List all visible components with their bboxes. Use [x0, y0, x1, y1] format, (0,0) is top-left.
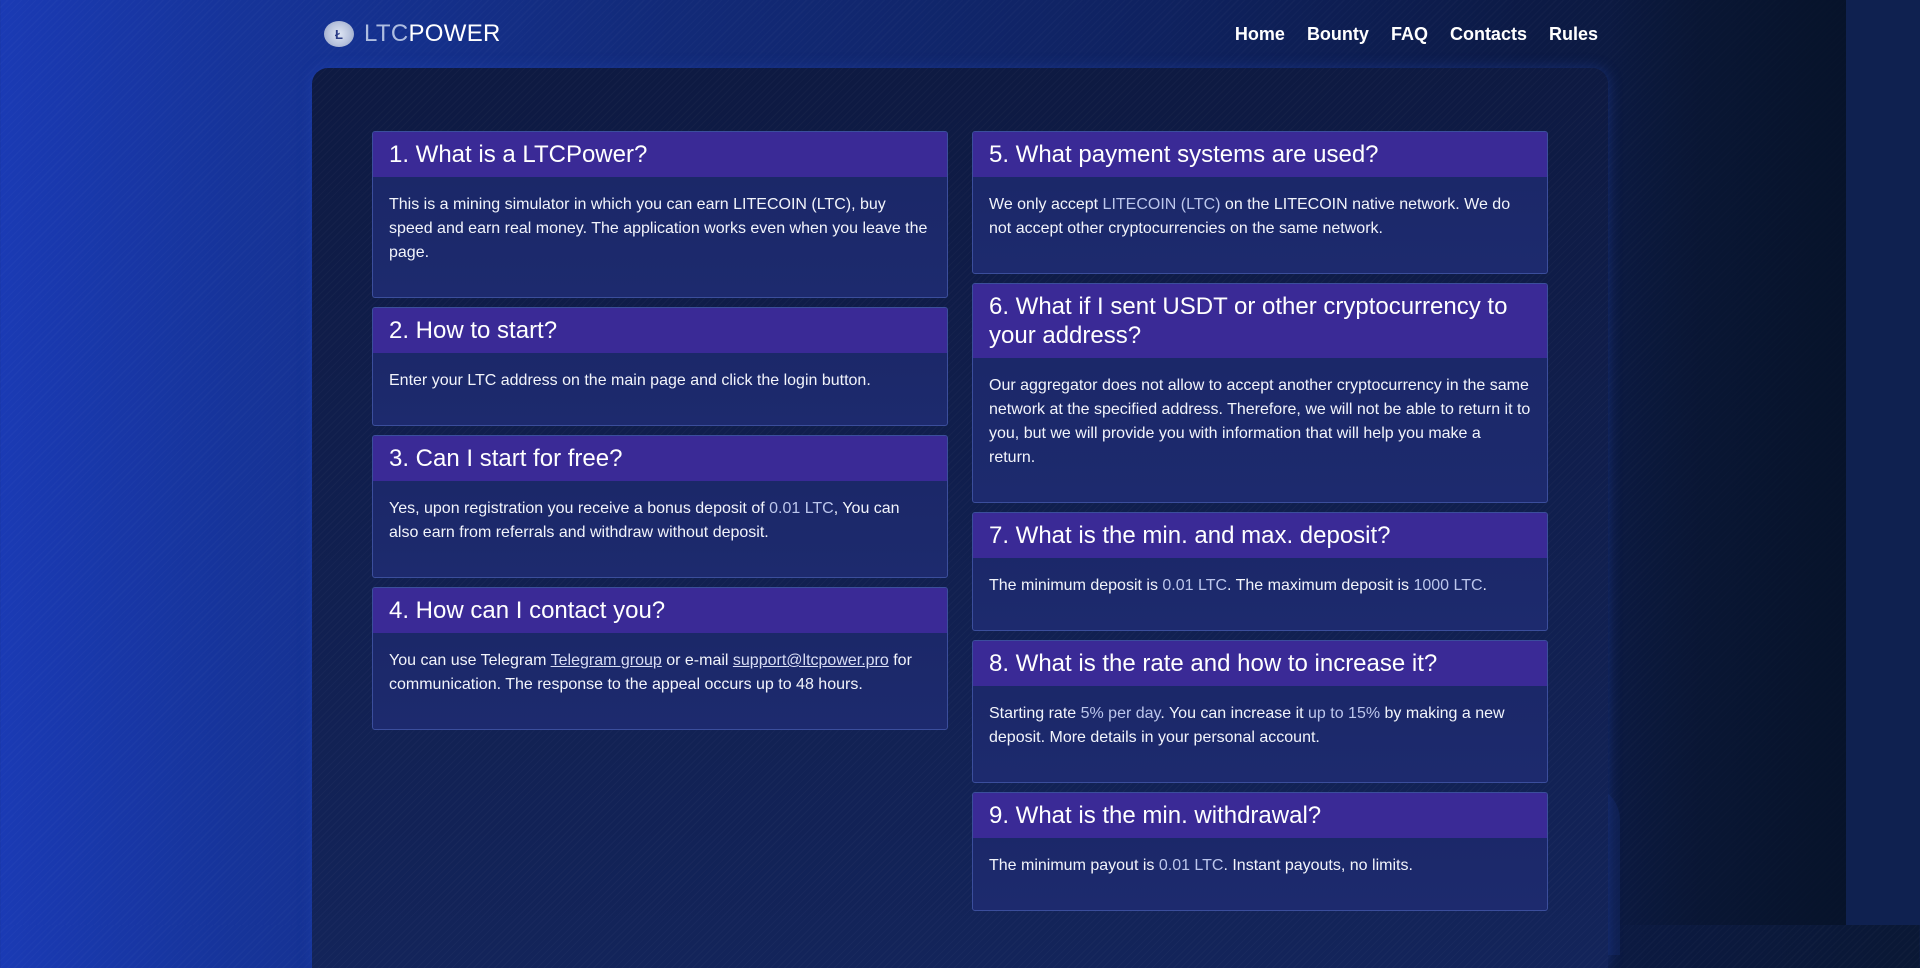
faq-answer-text: You can use Telegram Telegram group or e… — [389, 649, 931, 697]
faq-answer-text: This is a mining simulator in which you … — [389, 196, 928, 261]
text-segment: . — [1482, 577, 1487, 594]
background-right-strip — [1846, 0, 1920, 925]
text-segment: Starting rate — [989, 705, 1081, 722]
support-email-link[interactable]: support@ltcpower.pro — [733, 652, 889, 669]
brand-name-ltc: LTC — [364, 20, 409, 47]
faq-question: 8. What is the rate and how to increase … — [973, 641, 1547, 686]
highlight-min-deposit: 0.01 LTC — [1162, 577, 1228, 594]
text-segment: You can use Telegram — [389, 652, 551, 669]
faq-answer-text: Our aggregator does not allow to accept … — [989, 377, 1531, 466]
faq-answer: Starting rate 5% per day. You can increa… — [973, 686, 1547, 782]
faq-answer: Our aggregator does not allow to accept … — [973, 358, 1547, 502]
faq-answer-text: We only accept LITECOIN (LTC) on the LIT… — [989, 193, 1531, 241]
faq-question: 6. What if I sent USDT or other cryptocu… — [973, 284, 1547, 358]
faq-card-9: 9. What is the min. withdrawal? The mini… — [972, 792, 1548, 911]
highlight-min-payout: 0.01 LTC — [1158, 857, 1224, 874]
site-header: Ł LTCPOWER Home Bounty FAQ Contacts Rule… — [312, 0, 1608, 68]
faq-card-4: 4. How can I contact you? You can use Te… — [372, 587, 948, 730]
faq-question: 9. What is the min. withdrawal? — [973, 793, 1547, 838]
faq-answer: Enter your LTC address on the main page … — [373, 353, 947, 425]
text-segment: The minimum deposit is — [989, 577, 1163, 594]
background-shadow — [1608, 0, 1848, 925]
text-segment: or e-mail — [661, 652, 733, 669]
faq-question: 5. What payment systems are used? — [973, 132, 1547, 177]
faq-answer-text: Yes, upon registration you receive a bon… — [389, 497, 931, 545]
text-segment: . You can increase it — [1160, 705, 1309, 722]
faq-answer: You can use Telegram Telegram group or e… — [373, 633, 947, 729]
faq-card-8: 8. What is the rate and how to increase … — [972, 640, 1548, 783]
brand[interactable]: Ł LTCPOWER — [312, 20, 501, 48]
highlight-max-rate: up to 15% — [1308, 705, 1381, 722]
faq-question: 3. Can I start for free? — [373, 436, 947, 481]
faq-card-5: 5. What payment systems are used? We onl… — [972, 131, 1548, 274]
faq-answer: The minimum payout is 0.01 LTC. Instant … — [973, 838, 1547, 910]
main-nav: Home Bounty FAQ Contacts Rules — [1235, 24, 1608, 45]
faq-column-right: 5. What payment systems are used? We onl… — [972, 131, 1548, 911]
faq-answer: We only accept LITECOIN (LTC) on the LIT… — [973, 177, 1547, 273]
faq-card-1: 1. What is a LTCPower? This is a mining … — [372, 131, 948, 298]
highlight-max-deposit: 1000 LTC — [1413, 577, 1483, 594]
highlight-currency: LITECOIN (LTC) — [1102, 196, 1221, 213]
faq-card-3: 3. Can I start for free? Yes, upon regis… — [372, 435, 948, 578]
text-segment: We only accept — [989, 196, 1103, 213]
faq-answer: This is a mining simulator in which you … — [373, 177, 947, 297]
faq-answer: The minimum deposit is 0.01 LTC. The max… — [973, 558, 1547, 630]
faq-question: 2. How to start? — [373, 308, 947, 353]
faq-answer-text: The minimum payout is 0.01 LTC. Instant … — [989, 854, 1531, 878]
nav-faq[interactable]: FAQ — [1391, 24, 1428, 45]
faq-column-left: 1. What is a LTCPower? This is a mining … — [372, 131, 948, 730]
faq-panel: 1. What is a LTCPower? This is a mining … — [312, 68, 1608, 968]
faq-card-2: 2. How to start? Enter your LTC address … — [372, 307, 948, 426]
nav-contacts[interactable]: Contacts — [1450, 24, 1527, 45]
faq-answer: Yes, upon registration you receive a bon… — [373, 481, 947, 577]
text-segment: Yes, upon registration you receive a bon… — [389, 500, 770, 517]
faq-question: 7. What is the min. and max. deposit? — [973, 513, 1547, 558]
text-segment: . Instant payouts, no limits. — [1223, 857, 1413, 874]
telegram-group-link[interactable]: Telegram group — [551, 652, 662, 669]
highlight-bonus-amount: 0.01 LTC — [769, 500, 834, 517]
nav-rules[interactable]: Rules — [1549, 24, 1598, 45]
nav-home[interactable]: Home — [1235, 24, 1285, 45]
faq-answer-text: The minimum deposit is 0.01 LTC. The max… — [989, 574, 1531, 598]
litecoin-logo-icon: Ł — [324, 21, 354, 47]
faq-question: 1. What is a LTCPower? — [373, 132, 947, 177]
brand-name-power: POWER — [408, 20, 501, 47]
brand-name: LTCPOWER — [364, 20, 501, 48]
nav-bounty[interactable]: Bounty — [1307, 24, 1369, 45]
faq-answer-text: Starting rate 5% per day. You can increa… — [989, 702, 1531, 750]
faq-card-6: 6. What if I sent USDT or other cryptocu… — [972, 283, 1548, 503]
highlight-start-rate: 5% per day — [1080, 705, 1161, 722]
text-segment: The minimum payout is — [989, 857, 1159, 874]
text-segment: . The maximum deposit is — [1227, 577, 1414, 594]
faq-question: 4. How can I contact you? — [373, 588, 947, 633]
faq-card-7: 7. What is the min. and max. deposit? Th… — [972, 512, 1548, 631]
faq-answer-text: Enter your LTC address on the main page … — [389, 372, 871, 389]
